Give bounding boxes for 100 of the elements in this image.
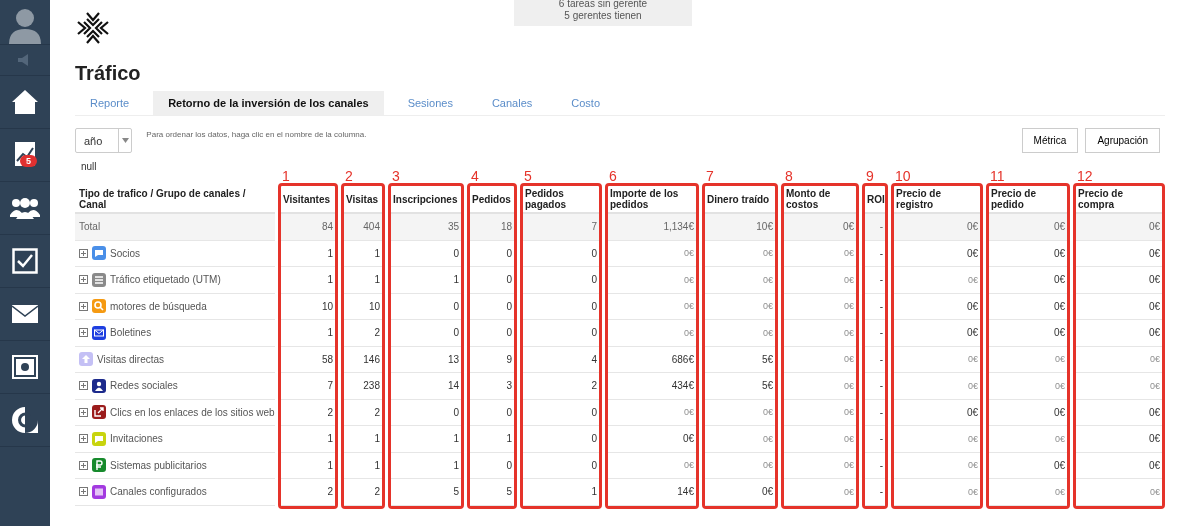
table-cell: 404: [363, 221, 380, 233]
table-cell: 2: [374, 327, 380, 339]
channel-name: Tráfico etiquetado (UTM): [110, 274, 221, 286]
table-cell: 2: [591, 380, 597, 392]
safe-icon[interactable]: [12, 355, 38, 379]
table-cell: 0€: [763, 327, 773, 338]
table-cell: 0€: [1053, 221, 1065, 233]
table-cell: -: [879, 486, 883, 498]
tab[interactable]: Costo: [556, 91, 616, 115]
expand-icon[interactable]: [79, 275, 88, 285]
table-cell: 1: [374, 459, 380, 471]
table-cell: 0€: [844, 460, 854, 471]
table-cell: 2: [374, 406, 380, 418]
annotation-number: 7: [706, 168, 714, 184]
table-cell: 2: [327, 406, 333, 418]
hint-text: Para ordenar los datos, haga clic en el nombre de la columna.: [146, 130, 367, 139]
channel-name: Socios: [110, 247, 140, 259]
table-cell: 0€: [1148, 247, 1160, 259]
page-title: Tráfico: [75, 62, 142, 85]
table-cell: 2: [374, 486, 380, 498]
tab[interactable]: Canales: [476, 91, 548, 115]
channel-name: Redes sociales: [110, 380, 178, 392]
table-cell: 0: [506, 406, 512, 418]
table-cell: 0€: [763, 248, 773, 259]
table-cell: -: [879, 459, 883, 471]
expand-icon[interactable]: [79, 248, 88, 258]
checkbox-icon[interactable]: [12, 248, 38, 274]
table-cell: -: [879, 221, 883, 233]
expand-icon[interactable]: [79, 301, 88, 311]
expand-icon[interactable]: [79, 328, 88, 338]
people-icon[interactable]: [9, 197, 41, 219]
expand-icon[interactable]: [79, 460, 88, 470]
table-cell: 0€: [1148, 433, 1160, 445]
tab[interactable]: Sesiones: [392, 91, 468, 115]
table-cell: 0€: [1055, 433, 1065, 444]
user-avatar-icon[interactable]: [7, 6, 43, 44]
toolbar-button[interactable]: Agrupación: [1085, 128, 1160, 153]
channel-name: Invitaciones: [110, 433, 163, 445]
table-cell: 0€: [1053, 247, 1065, 259]
table-cell: 0€: [844, 327, 854, 338]
table-cell: 0€: [1053, 274, 1065, 286]
period-select[interactable]: año: [75, 128, 133, 153]
table-cell: 18: [500, 221, 512, 233]
channel-name: Visitas directas: [97, 353, 165, 365]
table-cell: 0€: [968, 486, 978, 497]
table-cell: 0: [453, 300, 459, 312]
annotation-number: 10: [895, 168, 911, 184]
table-cell: 58: [321, 353, 333, 365]
table-cell: -: [879, 327, 883, 339]
table-cell: 1: [453, 274, 459, 286]
table-cell: 0€: [1148, 221, 1160, 233]
table-cell: 7: [327, 380, 333, 392]
table-cell: 1: [327, 274, 333, 286]
table-cell: 1: [591, 486, 597, 498]
table-cell: 0: [591, 300, 597, 312]
table-cell: 0€: [844, 433, 854, 444]
table-cell: 0€: [1053, 459, 1065, 471]
mail-icon[interactable]: [12, 305, 38, 323]
total-label: Total: [79, 221, 101, 233]
table-cell: 0€: [1150, 380, 1160, 391]
table-cell: -: [879, 380, 883, 392]
table-cell: 434€: [671, 380, 694, 392]
tab[interactable]: Reporte: [75, 91, 145, 115]
table-cell: 10€: [756, 221, 773, 233]
table-cell: 0€: [844, 380, 854, 391]
table-cell: 0€: [1148, 327, 1160, 339]
table-cell: 1,134€: [663, 221, 694, 233]
home-icon[interactable]: [11, 89, 39, 115]
tab[interactable]: Retorno de la inversión de los canales: [153, 91, 384, 115]
caret-icon: [121, 138, 129, 143]
table-cell: 0€: [684, 460, 694, 471]
table-cell: 1: [506, 433, 512, 445]
table-cell: 1: [453, 433, 459, 445]
annotation-number: 2: [345, 168, 353, 184]
table-cell: 14€: [677, 486, 694, 498]
channel-name: Sistemas publicitarios: [110, 459, 207, 471]
table-cell: 0€: [1053, 300, 1065, 312]
table-cell: 0€: [763, 274, 773, 285]
table-cell: 1: [327, 433, 333, 445]
toolbar-button[interactable]: Métrica: [1021, 128, 1079, 153]
expand-icon[interactable]: [79, 381, 88, 391]
table-cell: 0€: [684, 407, 694, 418]
expand-icon[interactable]: [79, 487, 88, 497]
table-cell: 2: [327, 486, 333, 498]
expand-icon[interactable]: [79, 434, 88, 444]
table-cell: -: [879, 433, 883, 445]
table-cell: 84: [321, 221, 333, 233]
table-cell: 1: [374, 247, 380, 259]
table-cell: 0€: [763, 301, 773, 312]
table-cell: 0€: [968, 274, 978, 285]
table-cell: 9: [506, 353, 512, 365]
app-logo-icon[interactable]: [11, 406, 39, 434]
table-cell: 13: [447, 353, 459, 365]
table-cell: 0: [453, 247, 459, 259]
channel-name: motores de búsqueda: [110, 300, 207, 312]
table-cell: 1: [453, 459, 459, 471]
table-cell: 0€: [1148, 300, 1160, 312]
table-cell: 0: [506, 327, 512, 339]
table-cell: 10: [368, 300, 380, 312]
expand-icon[interactable]: [79, 407, 88, 417]
